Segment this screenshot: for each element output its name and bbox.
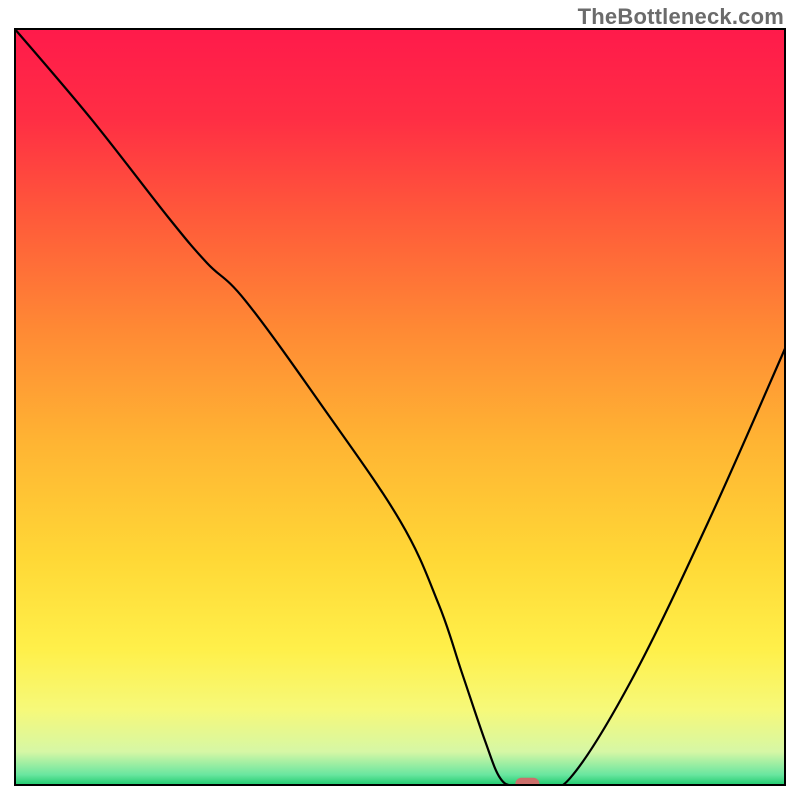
plot-area (14, 28, 786, 790)
bottleneck-chart (0, 0, 800, 800)
gradient-background (14, 28, 786, 786)
watermark-text: TheBottleneck.com (578, 4, 784, 30)
chart-container: TheBottleneck.com (0, 0, 800, 800)
optimal-marker (515, 778, 539, 790)
